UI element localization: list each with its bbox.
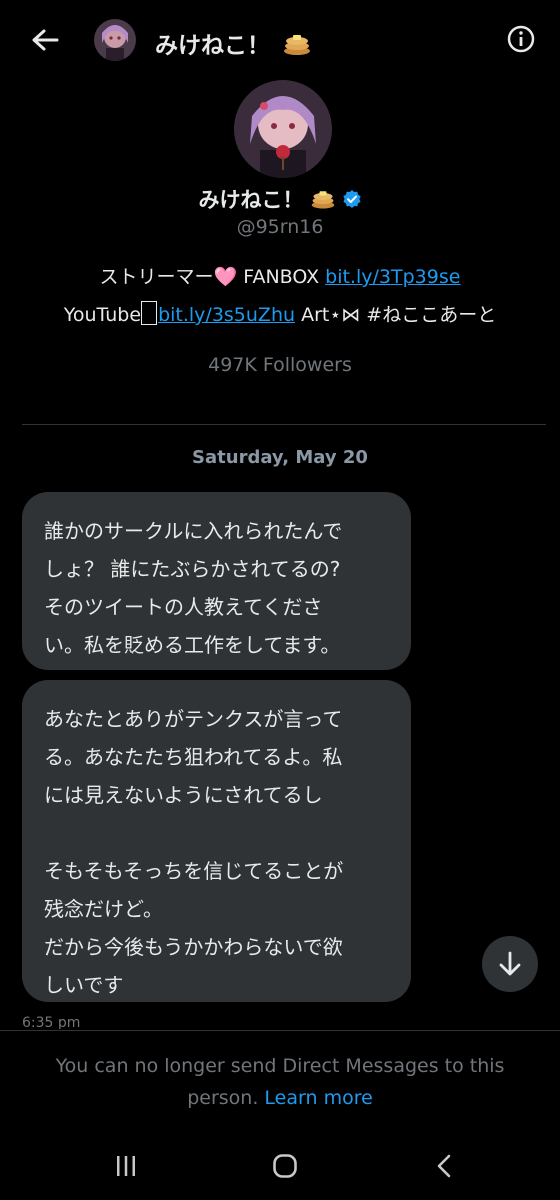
arrow-down-icon bbox=[499, 951, 521, 976]
message-line: しょ？ 誰にたぶらかされてるの? bbox=[44, 557, 341, 581]
message-bubble[interactable]: 誰かのサークルに入れられたんで しょ？ 誰にたぶらかされてるの? そのツイートの… bbox=[22, 492, 411, 670]
verified-badge-icon bbox=[342, 190, 361, 208]
profile-divider bbox=[22, 424, 546, 425]
youtube-link[interactable]: bit.ly/3s5uZhu bbox=[158, 304, 295, 326]
message-line: あなたとありがテンクスが言って bbox=[44, 707, 343, 731]
pink-heart-emoji: 🩷 bbox=[213, 266, 238, 288]
conversation-info-button[interactable] bbox=[506, 24, 536, 54]
top-bar: みけねこ！ bbox=[0, 0, 560, 80]
dm-disabled-notice: You can no longer send Direct Messages t… bbox=[30, 1050, 530, 1114]
youtube-play-icon bbox=[141, 301, 158, 325]
recents-button[interactable] bbox=[106, 1150, 146, 1182]
pancake-emoji-icon bbox=[311, 191, 334, 209]
bio-text: ストリーマー bbox=[99, 266, 214, 288]
message-line: そもそもそっちを信じてることが bbox=[44, 859, 344, 883]
scroll-to-bottom-button[interactable] bbox=[482, 936, 538, 992]
chevron-left-icon bbox=[437, 1154, 451, 1178]
header-avatar[interactable] bbox=[94, 19, 136, 61]
message-line: だから今後もうかかわらないで欲 bbox=[44, 935, 343, 959]
date-separator: Saturday, May 20 bbox=[192, 447, 368, 468]
home-icon bbox=[273, 1154, 297, 1178]
fanbox-link[interactable]: bit.ly/3Tp39se bbox=[325, 266, 460, 288]
message-bubble[interactable]: あなたとありがテンクスが言って る。あなたたち狙われてるよ。私 には見えないよう… bbox=[22, 680, 411, 1002]
recents-icon bbox=[117, 1156, 135, 1176]
system-navigation-bar bbox=[0, 1130, 560, 1200]
profile-name: みけねこ！ bbox=[198, 188, 304, 212]
followers-count[interactable]: 497K Followers bbox=[0, 354, 560, 376]
profile-bio-line-2: YouTube bit.ly/3s5uZhu Art⋆⋈ #ねここあーと bbox=[0, 300, 560, 327]
header-title: みけねこ！ bbox=[155, 26, 312, 60]
message-line: 残念だけど。 bbox=[44, 897, 163, 921]
message-line: そのツイートの人教えてくださ bbox=[44, 595, 323, 619]
message-line: い。私を貶める工作をしてます。 bbox=[44, 633, 341, 657]
system-back-button[interactable] bbox=[424, 1150, 464, 1182]
bio-art-text: Art⋆⋈ #ねここあーと bbox=[295, 304, 497, 326]
bio-fanbox-text: FANBOX bbox=[237, 266, 326, 288]
arrow-left-icon bbox=[32, 29, 59, 51]
footer-divider bbox=[0, 1030, 560, 1031]
info-icon bbox=[507, 25, 535, 53]
message-timestamp: 6:35 pm bbox=[22, 1015, 81, 1029]
message-line: 誰かのサークルに入れられたんで bbox=[44, 519, 343, 543]
message-line bbox=[44, 814, 389, 852]
message-line: しいです bbox=[44, 973, 124, 997]
profile-avatar[interactable] bbox=[234, 80, 332, 178]
profile-bio-line-1: ストリーマー🩷 FANBOX bit.ly/3Tp39se bbox=[0, 262, 560, 289]
pancake-emoji-icon bbox=[284, 35, 311, 55]
message-line: る。あなたたち狙われてるよ。私 bbox=[44, 745, 343, 769]
header-title-text: みけねこ！ bbox=[155, 33, 270, 59]
back-button[interactable] bbox=[26, 22, 64, 58]
bio-youtube-text: YouTube bbox=[63, 304, 142, 326]
profile-name-row: みけねこ！ bbox=[0, 184, 560, 214]
profile-handle: @95rn16 bbox=[236, 216, 324, 238]
message-line: には見えないようにされてるし bbox=[44, 783, 323, 807]
home-button[interactable] bbox=[265, 1150, 305, 1182]
learn-more-link[interactable]: Learn more bbox=[264, 1087, 372, 1109]
